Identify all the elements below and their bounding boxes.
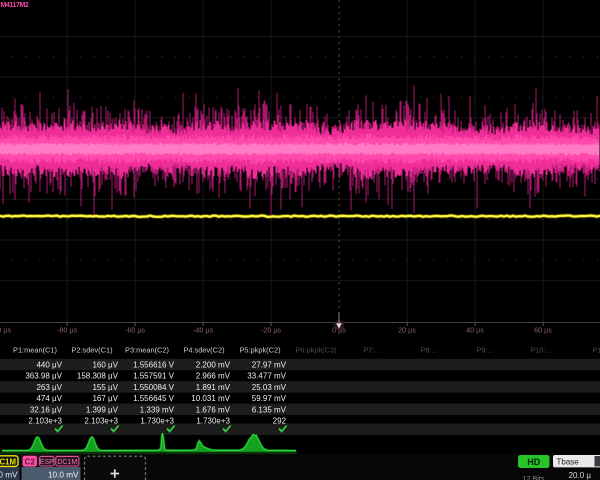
- svg-text:20.0 mV: 20.0 mV: [0, 471, 18, 480]
- svg-text:167 µV: 167 µV: [92, 394, 118, 403]
- svg-text:1.556616 V: 1.556616 V: [133, 361, 175, 370]
- svg-text:-100 µs: -100 µs: [0, 326, 11, 335]
- svg-text:60 µs: 60 µs: [534, 326, 552, 335]
- svg-text:P7:...: P7:...: [363, 346, 380, 355]
- svg-text:P1: P1: [592, 346, 600, 355]
- svg-text:P3:mean(C2): P3:mean(C2): [125, 346, 169, 355]
- svg-text:-80 µs: -80 µs: [57, 326, 78, 335]
- svg-text:59.97 mV: 59.97 mV: [252, 394, 287, 403]
- svg-text:10.031 mV: 10.031 mV: [191, 394, 230, 403]
- svg-text:P10:...: P10:...: [530, 346, 551, 355]
- svg-text:12 Bits: 12 Bits: [523, 474, 545, 480]
- svg-text:32.16 µV: 32.16 µV: [30, 405, 63, 414]
- svg-text:2.966 mV: 2.966 mV: [196, 372, 231, 381]
- svg-text:-40 µs: -40 µs: [193, 326, 214, 335]
- svg-text:363.98 µV: 363.98 µV: [25, 372, 62, 381]
- svg-text:2.103e+3: 2.103e+3: [28, 417, 62, 426]
- svg-text:1.399 µV: 1.399 µV: [86, 405, 119, 414]
- svg-text:292: 292: [273, 417, 287, 426]
- svg-text:25.03 mV: 25.03 mV: [252, 383, 287, 392]
- svg-text:155 µV: 155 µV: [92, 383, 118, 392]
- svg-text:-20 µs: -20 µs: [261, 326, 282, 335]
- svg-text:DC1M: DC1M: [0, 458, 16, 467]
- svg-text:6.135 mV: 6.135 mV: [252, 405, 287, 414]
- svg-text:33.477 mV: 33.477 mV: [247, 372, 286, 381]
- svg-text:C2: C2: [25, 457, 36, 466]
- svg-text:20 µs: 20 µs: [398, 326, 416, 335]
- svg-text:P1:mean(C1): P1:mean(C1): [13, 346, 57, 355]
- svg-text:P9:...: P9:...: [476, 346, 493, 355]
- svg-text:P5:pkpk(C2): P5:pkpk(C2): [239, 346, 280, 355]
- svg-text:160 µV: 160 µV: [92, 361, 118, 370]
- svg-text:20.0 µ: 20.0 µ: [569, 471, 592, 480]
- svg-text:474 µV: 474 µV: [36, 394, 62, 403]
- svg-text:P4:sdev(C2): P4:sdev(C2): [183, 346, 224, 355]
- svg-text:HD: HD: [527, 457, 540, 467]
- svg-text:1.556645 V: 1.556645 V: [133, 394, 175, 403]
- svg-text:440 µV: 440 µV: [36, 361, 62, 370]
- svg-text:158.308 µV: 158.308 µV: [77, 372, 119, 381]
- svg-text:-60 µs: -60 µs: [125, 326, 146, 335]
- svg-text:M4117M2: M4117M2: [1, 2, 29, 9]
- svg-text:2.200 mV: 2.200 mV: [196, 361, 231, 370]
- svg-text:1.730e+3: 1.730e+3: [140, 417, 174, 426]
- svg-text:P2:sdev(C1): P2:sdev(C1): [71, 346, 112, 355]
- svg-text:10.0 mV: 10.0 mV: [48, 471, 79, 480]
- svg-text:P8:...: P8:...: [420, 346, 437, 355]
- svg-text:P6:pkpk(C3): P6:pkpk(C3): [295, 346, 336, 355]
- svg-text:263 µV: 263 µV: [36, 383, 62, 392]
- svg-text:40 µs: 40 µs: [466, 326, 484, 335]
- svg-text:1.730e+3: 1.730e+3: [196, 417, 230, 426]
- svg-text:1.339 mV: 1.339 mV: [140, 405, 175, 414]
- svg-text:1.676 mV: 1.676 mV: [196, 405, 231, 414]
- svg-text:DC1M: DC1M: [57, 459, 77, 466]
- svg-text:1.550084 V: 1.550084 V: [133, 383, 175, 392]
- svg-text:Tbase: Tbase: [557, 457, 580, 466]
- svg-text:27.97 mV: 27.97 mV: [252, 361, 287, 370]
- svg-text:1.557591 V: 1.557591 V: [133, 372, 175, 381]
- svg-text:2.103e+3: 2.103e+3: [84, 417, 118, 426]
- svg-text:ESP: ESP: [40, 459, 54, 466]
- svg-text:1.891 mV: 1.891 mV: [196, 383, 231, 392]
